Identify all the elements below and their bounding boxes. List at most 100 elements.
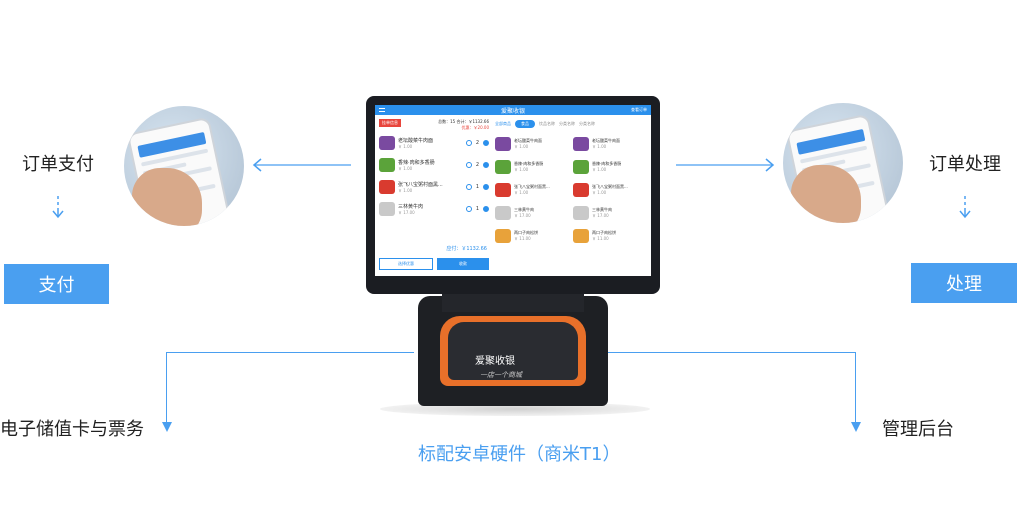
category-tab[interactable]: 分类名称 — [559, 121, 575, 127]
product-card[interactable]: 香辣·肉和多香肠 ￥ 1.00 — [573, 158, 647, 176]
choose-discount-button[interactable]: 选择优惠 — [379, 258, 433, 270]
category-tab[interactable]: 分类名称 — [579, 121, 595, 127]
product-thumbnail — [573, 183, 589, 197]
plus-icon[interactable] — [483, 140, 489, 146]
order-item-name: 老坛酸菜牛肉面 — [398, 137, 434, 144]
connector-line — [608, 352, 856, 353]
order-payment-label: 订单支付 — [22, 154, 94, 175]
product-thumbnail — [573, 206, 589, 220]
order-processing-label: 订单处理 — [929, 154, 1001, 175]
product-price: ￥ 1.00 — [514, 190, 529, 195]
product-card[interactable]: 两口子肉松饼 ￥ 11.00 — [573, 227, 647, 245]
order-item[interactable]: 香辣·肉和多香肠 ￥ 1.00 2 — [379, 155, 489, 175]
connector-line — [166, 352, 167, 422]
order-item-price: ￥ 1.00 — [398, 165, 413, 171]
order-item[interactable]: 张飞八宝粥村面黑... ￥ 1.00 1 — [379, 177, 489, 197]
product-price: ￥ 1.00 — [592, 190, 607, 195]
minus-icon[interactable] — [465, 140, 472, 146]
order-tag[interactable]: 挂单信息 — [379, 119, 401, 127]
pos-monitor: 爱聚收银 查看订单 挂单信息 总数：15 合计：￥1132.66 优惠：￥20.… — [366, 96, 660, 294]
product-price: ￥ 17.00 — [514, 213, 531, 218]
order-item-qty: 2 — [475, 162, 479, 168]
arrow-down-icon — [851, 422, 861, 432]
product-thumbnail — [573, 137, 589, 151]
phone-processing-photo — [783, 103, 903, 223]
menu-icon[interactable] — [379, 108, 385, 112]
order-item-qty: 1 — [475, 206, 479, 212]
product-thumbnail — [379, 158, 395, 172]
product-thumbnail — [573, 229, 589, 243]
arrow-left-icon — [252, 158, 351, 172]
category-tab[interactable]: 全部商品 — [495, 121, 511, 127]
pos-screen: 爱聚收银 查看订单 挂单信息 总数：15 合计：￥1132.66 优惠：￥20.… — [375, 105, 651, 276]
discount-label: 优惠：￥20.00 — [461, 125, 489, 130]
product-price: ￥ 1.00 — [592, 167, 607, 172]
product-thumbnail — [495, 137, 511, 151]
product-card[interactable]: 老坛酸菜牛肉面 ￥ 1.00 — [495, 135, 569, 153]
product-thumbnail — [495, 160, 511, 174]
product-thumbnail — [495, 206, 511, 220]
arrow-down-icon — [959, 196, 971, 219]
product-price: ￥ 17.00 — [592, 213, 609, 218]
plus-icon[interactable] — [483, 184, 489, 190]
admin-backend-label: 管理后台 — [882, 419, 954, 440]
product-grid: 老坛酸菜牛肉面 ￥ 1.00 老坛酸菜牛肉面 ￥ 1.00 香辣·肉和多香肠 ￥ 1.00… — [495, 135, 647, 245]
product-thumbnail — [495, 229, 511, 243]
order-item-qty: 1 — [475, 184, 479, 190]
process-button[interactable]: 处理 — [911, 263, 1017, 303]
order-item-name: 香辣·肉和多香肠 — [398, 159, 435, 166]
brand-slogan: 一店一个商城 — [480, 371, 522, 379]
phone-payment-photo — [124, 106, 244, 226]
order-item-qty: 2 — [475, 140, 479, 146]
arrow-down-icon — [52, 196, 64, 219]
stored-value-card-label: 电子储值卡与票务 — [0, 419, 144, 440]
checkout-button[interactable]: 收款 — [437, 258, 489, 270]
order-item[interactable]: 三林黄牛肉 ￥ 17.00 1 — [379, 199, 489, 219]
minus-icon[interactable] — [465, 206, 472, 212]
order-item-price: ￥ 17.00 — [398, 209, 415, 215]
product-price: ￥ 1.00 — [592, 144, 607, 149]
category-tab[interactable]: 食品 — [515, 120, 535, 128]
order-pane: 挂单信息 总数：15 合计：￥1132.66 优惠：￥20.00 老坛酸菜牛肉面… — [379, 119, 489, 272]
hardware-caption: 标配安卓硬件（商米T1） — [418, 444, 621, 465]
product-card[interactable]: 张飞八宝粥村面黑... ￥ 1.00 — [573, 181, 647, 199]
arrow-right-icon — [676, 158, 775, 172]
total-label: 合计：￥1132.66 — [456, 119, 489, 124]
order-list: 老坛酸菜牛肉面 ￥ 1.00 2 香辣·肉和多香肠 ￥ 1.00 2 张飞八宝粥村面黑...… — [379, 133, 489, 219]
product-thumbnail — [379, 136, 395, 150]
product-card[interactable]: 张飞八宝粥村面黑... ￥ 1.00 — [495, 181, 569, 199]
view-orders-link[interactable]: 查看订单 — [631, 107, 647, 113]
arrow-down-icon — [162, 422, 172, 432]
product-card[interactable]: 香辣·肉和多香肠 ￥ 1.00 — [495, 158, 569, 176]
product-card[interactable]: 三林黄牛肉 ￥ 17.00 — [573, 204, 647, 222]
payable-label: 应付：￥1132.66 — [446, 246, 487, 252]
plus-icon[interactable] — [483, 162, 489, 168]
product-price: ￥ 1.00 — [514, 144, 529, 149]
product-card[interactable]: 老坛酸菜牛肉面 ￥ 1.00 — [573, 135, 647, 153]
plus-icon[interactable] — [483, 206, 489, 212]
product-card[interactable]: 两口子肉松饼 ￥ 11.00 — [495, 227, 569, 245]
app-title: 爱聚收银 — [500, 107, 525, 115]
product-thumbnail — [379, 202, 395, 216]
order-item-price: ￥ 1.00 — [398, 143, 413, 149]
product-price: ￥ 11.00 — [514, 236, 531, 241]
pay-button[interactable]: 支付 — [4, 264, 109, 304]
product-thumbnail — [379, 180, 395, 194]
category-tabs: 全部商品 食品 饮品名称 分类名称 分类名称 — [495, 119, 647, 129]
product-thumbnail — [495, 183, 511, 197]
pos-stand — [418, 296, 608, 406]
order-item[interactable]: 老坛酸菜牛肉面 ￥ 1.00 2 — [379, 133, 489, 153]
connector-line — [166, 352, 414, 353]
app-header: 爱聚收银 查看订单 — [375, 105, 651, 115]
minus-icon[interactable] — [465, 184, 472, 190]
product-price: ￥ 11.00 — [592, 236, 609, 241]
minus-icon[interactable] — [465, 162, 472, 168]
product-price: ￥ 1.00 — [514, 167, 529, 172]
connector-line — [855, 352, 856, 422]
product-card[interactable]: 三林黄牛肉 ￥ 17.00 — [495, 204, 569, 222]
order-item-name: 三林黄牛肉 — [398, 203, 424, 210]
category-tab[interactable]: 饮品名称 — [539, 121, 555, 127]
product-pane: 全部商品 食品 饮品名称 分类名称 分类名称 老坛酸菜牛肉面 ￥ 1.00 老坛酸菜牛肉面 ￥… — [495, 119, 647, 272]
order-item-price: ￥ 1.00 — [398, 187, 413, 193]
brand-logo: 爱聚收银 — [475, 356, 515, 367]
